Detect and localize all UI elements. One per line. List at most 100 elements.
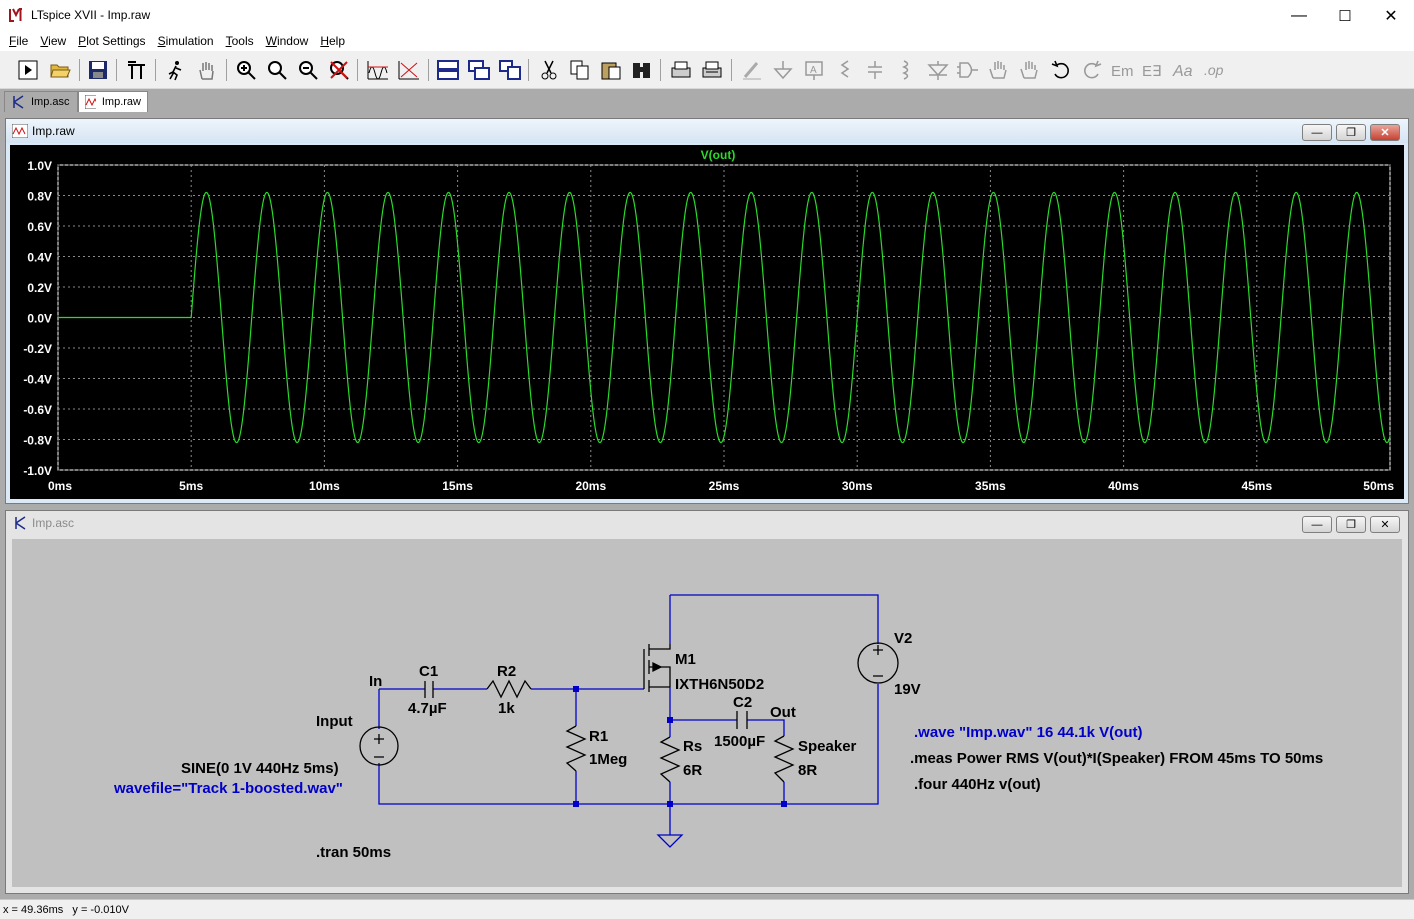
drag-icon[interactable] — [1017, 57, 1043, 83]
ltspice-logo-icon — [8, 7, 24, 23]
mark-unused-icon[interactable] — [396, 57, 422, 83]
autorange-icon[interactable] — [365, 57, 391, 83]
schematic-icon — [13, 95, 24, 109]
move-icon[interactable] — [986, 57, 1012, 83]
copy-icon[interactable] — [567, 57, 593, 83]
find-icon[interactable] — [629, 57, 655, 83]
label-sine[interactable]: SINE(0 1V 440Hz 5ms) — [181, 760, 339, 777]
inductor-icon[interactable] — [893, 57, 919, 83]
spice-directive-icon[interactable]: .op — [1203, 57, 1229, 83]
mirror-icon[interactable]: E∃ — [1141, 57, 1167, 83]
capacitor-icon[interactable] — [862, 57, 888, 83]
label-input[interactable]: Input — [316, 713, 353, 730]
zoom-box-icon[interactable] — [264, 57, 290, 83]
cascade-icon[interactable] — [466, 57, 492, 83]
rotate-icon[interactable]: Em — [1110, 57, 1136, 83]
svg-text:Em: Em — [1111, 63, 1134, 80]
label-wavefile[interactable]: wavefile="Track 1-boosted.wav" — [113, 780, 343, 797]
label-speaker-value[interactable]: 8R — [798, 762, 817, 779]
label-v2-value[interactable]: 19V — [894, 681, 921, 698]
resistor-icon[interactable] — [832, 57, 858, 83]
zoom-in-icon[interactable] — [233, 57, 259, 83]
print-setup-icon[interactable] — [699, 57, 725, 83]
svg-text:Aa: Aa — [1172, 63, 1193, 80]
menu-simulation[interactable]: Simulation — [152, 34, 220, 48]
y-tick-label: 0.8V — [27, 190, 52, 204]
schematic-minimize-button[interactable]: — — [1302, 516, 1332, 533]
component-icon[interactable] — [955, 57, 981, 83]
cut-icon[interactable] — [536, 57, 562, 83]
schematic-window-title-bar: Imp.asc — [6, 511, 1408, 535]
net-label-out[interactable]: Out — [770, 704, 796, 721]
directive-tran[interactable]: .tran 50ms — [316, 844, 391, 861]
schematic-window-title: Imp.asc — [32, 516, 75, 530]
waveform-window-title: Imp.raw — [32, 124, 75, 138]
title-bar: LTspice XVII - Imp.raw — ☐ ✕ — [0, 0, 1414, 31]
trace-label[interactable]: V(out) — [701, 148, 736, 162]
directive-wave[interactable]: .wave "Imp.wav" 16 44.1k V(out) — [914, 724, 1142, 741]
maximize-button[interactable]: ☐ — [1322, 0, 1368, 31]
waveform-minimize-button[interactable]: — — [1302, 124, 1332, 141]
halt-icon[interactable] — [162, 57, 188, 83]
label-c1-value[interactable]: 4.7µF — [408, 700, 447, 717]
control-panel-icon[interactable] — [124, 57, 150, 83]
redo-icon[interactable] — [1079, 57, 1105, 83]
y-tick-label: -0.2V — [23, 342, 52, 356]
undo-icon[interactable] — [1048, 57, 1074, 83]
label-net-icon[interactable]: A — [801, 57, 827, 83]
menu-view[interactable]: View — [34, 34, 72, 48]
label-r1[interactable]: R1 — [589, 728, 608, 745]
label-m1[interactable]: M1 — [675, 651, 696, 668]
open-icon[interactable] — [47, 57, 73, 83]
directive-four[interactable]: .four 440Hz v(out) — [914, 776, 1041, 793]
paste-icon[interactable] — [598, 57, 624, 83]
label-v2[interactable]: V2 — [894, 630, 912, 647]
zoom-out-icon[interactable] — [295, 57, 321, 83]
minimize-button[interactable]: — — [1276, 0, 1322, 31]
directive-meas[interactable]: .meas Power RMS V(out)*I(Speaker) FROM 4… — [910, 750, 1323, 767]
save-icon[interactable] — [85, 57, 111, 83]
run-icon[interactable] — [15, 57, 41, 83]
tab-imp-asc[interactable]: Imp.asc — [4, 91, 78, 112]
net-label-in[interactable]: In — [369, 673, 382, 690]
print-icon[interactable] — [668, 57, 694, 83]
x-tick-label: 40ms — [1108, 479, 1139, 493]
schematic-icon — [15, 516, 26, 530]
menu-help[interactable]: Help — [314, 34, 351, 48]
tab-imp-raw[interactable]: Imp.raw — [78, 91, 148, 112]
x-tick-label: 20ms — [575, 479, 606, 493]
schematic-canvas[interactable]: In Input SINE(0 1V 440Hz 5ms) wavefile="… — [12, 539, 1402, 887]
text-icon[interactable]: Aa — [1172, 57, 1198, 83]
zoom-fit-icon[interactable] — [326, 57, 352, 83]
label-c2-value[interactable]: 1500µF — [714, 733, 765, 750]
tile-horizontal-icon[interactable] — [435, 57, 461, 83]
waveform-close-button[interactable]: ✕ — [1370, 124, 1400, 141]
label-r2[interactable]: R2 — [497, 663, 516, 680]
label-r1-value[interactable]: 1Meg — [589, 751, 627, 768]
schematic-restore-button[interactable]: ❐ — [1336, 516, 1366, 533]
pan-icon[interactable] — [194, 57, 220, 83]
y-tick-label: 1.0V — [27, 159, 52, 173]
label-c1[interactable]: C1 — [419, 663, 438, 680]
label-r2-value[interactable]: 1k — [498, 700, 515, 717]
waveform-window: Imp.raw — ❐ ✕ V(out) 1.0V 0.8V 0.6V 0.4V 0.2… — [5, 118, 1409, 504]
diode-icon[interactable] — [925, 57, 951, 83]
label-c2[interactable]: C2 — [733, 694, 752, 711]
close-button[interactable]: ✕ — [1368, 0, 1414, 31]
schematic-close-button[interactable]: ✕ — [1370, 516, 1400, 533]
label-rs[interactable]: Rs — [683, 738, 702, 755]
menu-plot-settings[interactable]: Plot Settings — [72, 34, 151, 48]
ground-icon[interactable] — [770, 57, 796, 83]
label-speaker[interactable]: Speaker — [798, 738, 857, 755]
wire-icon[interactable] — [739, 57, 765, 83]
waveform-plot[interactable]: V(out) 1.0V 0.8V 0.6V 0.4V 0.2V 0.0V -0.2V -0.4… — [10, 145, 1404, 499]
tab-label: Imp.raw — [101, 96, 141, 108]
label-m1-value[interactable]: IXTH6N50D2 — [675, 676, 764, 693]
waveform-restore-button[interactable]: ❐ — [1336, 124, 1366, 141]
label-rs-value[interactable]: 6R — [683, 762, 702, 779]
menu-tools[interactable]: Tools — [220, 34, 260, 48]
menu-window[interactable]: Window — [260, 34, 315, 48]
menu-file[interactable]: File — [3, 34, 34, 48]
tile-vertical-icon[interactable] — [497, 57, 523, 83]
waveform-icon — [12, 124, 28, 138]
